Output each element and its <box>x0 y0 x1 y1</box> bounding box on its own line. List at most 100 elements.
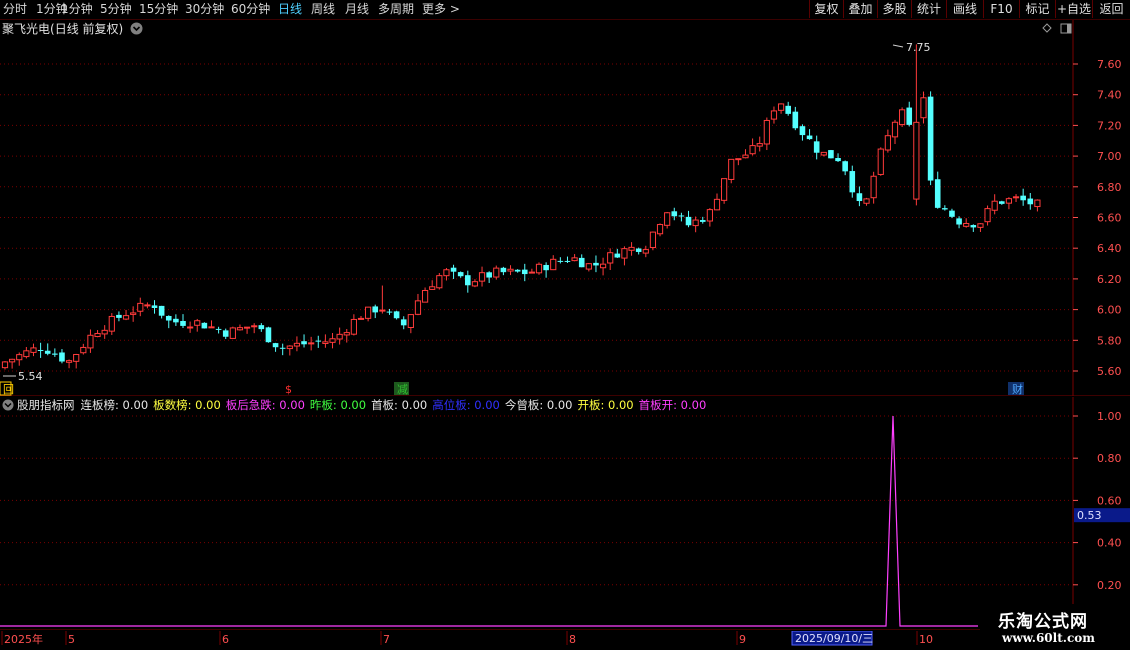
price-tick-label: 6.60 <box>1097 212 1122 225</box>
candle-body-down <box>927 96 934 181</box>
indicator-item-value: 0.00 <box>336 398 367 412</box>
event-marker: $ <box>285 383 292 396</box>
candle-body-down <box>52 353 58 355</box>
candle-body-up <box>471 281 479 287</box>
candle-body-down <box>386 311 393 313</box>
fuquan-button[interactable]: 复权 <box>809 0 843 18</box>
candle-body-down <box>37 349 44 351</box>
candle-body-down <box>785 105 791 114</box>
add-watchlist-button[interactable]: +自选 <box>1055 0 1092 18</box>
candle-body-down <box>258 325 265 330</box>
period-weekly[interactable]: 周线 <box>311 2 335 17</box>
candle-body-up <box>73 353 80 362</box>
chevron-down-circle-icon[interactable] <box>2 399 14 411</box>
candle-body-up <box>87 334 94 349</box>
event-marker: 回 <box>3 383 14 396</box>
candle-body-down <box>315 340 322 342</box>
candle-body-down <box>158 305 165 316</box>
candle-body-down <box>486 272 492 278</box>
period-multi[interactable]: 多周期 <box>378 2 414 17</box>
candle-body-down <box>372 306 379 313</box>
candle-body-up <box>421 289 429 303</box>
candle-body-up <box>884 135 891 151</box>
candle-body-down <box>806 135 813 140</box>
period-toolbar: 分时 1分钟 1分钟 5分钟 15分钟 30分钟 60分钟 日线 周线 月线 多… <box>0 0 1130 20</box>
period-daily[interactable]: 日线 <box>278 2 302 17</box>
period-fenshi[interactable]: 分时 <box>3 2 27 17</box>
back-button[interactable]: 返回 <box>1092 0 1130 18</box>
more-label: 更多 <box>422 2 447 16</box>
candle-body-down <box>279 347 286 349</box>
candle-body-up <box>122 315 130 320</box>
statistics-button[interactable]: 统计 <box>911 0 946 18</box>
multi-stock-button[interactable]: 多股 <box>877 0 911 18</box>
chart-title: 聚飞光电(日线 前复权) <box>2 21 143 37</box>
candle-body-up <box>735 158 742 161</box>
candle-body-up <box>1005 198 1013 204</box>
candle-body-up <box>286 345 293 350</box>
chevron-down-circle-icon[interactable] <box>130 22 143 35</box>
period-15min[interactable]: 15分钟 <box>139 2 178 17</box>
candle-body-up <box>108 315 115 332</box>
candle-body-down <box>671 211 678 217</box>
candle-body-down <box>999 201 1005 204</box>
period-more[interactable]: 更多 > <box>422 2 460 17</box>
candle-body-up <box>229 327 236 339</box>
overlay-button[interactable]: 叠加 <box>843 0 877 18</box>
indicator-tick-label: 0.40 <box>1097 537 1122 550</box>
indicator-item-value: 0.00 <box>470 398 500 412</box>
candle-body-up <box>550 258 557 271</box>
candle-body-up <box>137 302 144 312</box>
period-30min[interactable]: 30分钟 <box>185 2 224 17</box>
candle-body-down <box>557 260 564 262</box>
candle-body-down <box>564 260 571 262</box>
candle-body-down <box>635 248 642 252</box>
candle-body-up <box>664 212 671 226</box>
period-1min-b[interactable]: 1分钟 <box>61 2 93 17</box>
candle-body-up <box>429 286 436 290</box>
date-tick-label: 6 <box>222 633 229 646</box>
candle-body-down <box>400 319 407 326</box>
candle-body-up <box>322 341 329 345</box>
period-60min[interactable]: 60分钟 <box>231 2 270 17</box>
indicator-tick-label: 0.20 <box>1097 579 1122 592</box>
candle-body-down <box>813 141 820 153</box>
candle-body-up <box>728 158 735 180</box>
indicator-item: 昨板: <box>309 398 337 412</box>
draw-line-button[interactable]: 画线 <box>946 0 983 18</box>
indicator-item: 板数榜: <box>153 398 192 412</box>
indicator-grid <box>0 397 1130 630</box>
mark-button[interactable]: 标记 <box>1019 0 1055 18</box>
candle-body-down <box>842 161 848 172</box>
candle-body-up <box>656 224 664 235</box>
candle-body-down <box>799 126 806 136</box>
candle-body-up <box>899 109 906 126</box>
period-note: (日线 前复权) <box>50 22 124 36</box>
candlestick-chart[interactable]: 7.60 7.40 7.20 7.00 6.80 6.60 6.40 6.20 6.00 5.80… <box>0 20 1130 396</box>
f10-button[interactable]: F10 <box>983 0 1019 18</box>
candle-body-down <box>215 328 222 330</box>
candle-body-down <box>835 158 841 162</box>
candle-body-down <box>906 107 913 125</box>
indicator-item-value: 0.00 <box>397 398 428 412</box>
diamond-icon <box>1042 23 1052 33</box>
candle-body-up <box>692 219 699 227</box>
candle-body-up <box>820 151 827 156</box>
candle-body-up <box>920 97 927 119</box>
price-tick-label: 5.80 <box>1097 334 1122 347</box>
indicator-tick-label: 1.00 <box>1097 410 1122 423</box>
indicator-item-value: 0.00 <box>677 398 707 412</box>
candle-body-up <box>628 246 635 251</box>
candle-body-down <box>500 267 507 273</box>
candle-body-up <box>721 178 728 201</box>
candle-body-up <box>770 110 778 120</box>
candle-body-down <box>173 318 179 323</box>
period-monthly[interactable]: 月线 <box>345 2 369 17</box>
indicator-tick-label: 0.80 <box>1097 452 1122 465</box>
candle-body-up <box>642 249 649 254</box>
price-tick-label: 5.60 <box>1097 365 1122 378</box>
candle-body-up <box>877 148 884 175</box>
period-5min[interactable]: 5分钟 <box>100 2 132 17</box>
indicator-chart[interactable]: 1.00 0.80 0.60 0.40 0.20 0.53 <box>0 397 1130 630</box>
candle-body-down <box>180 320 186 326</box>
